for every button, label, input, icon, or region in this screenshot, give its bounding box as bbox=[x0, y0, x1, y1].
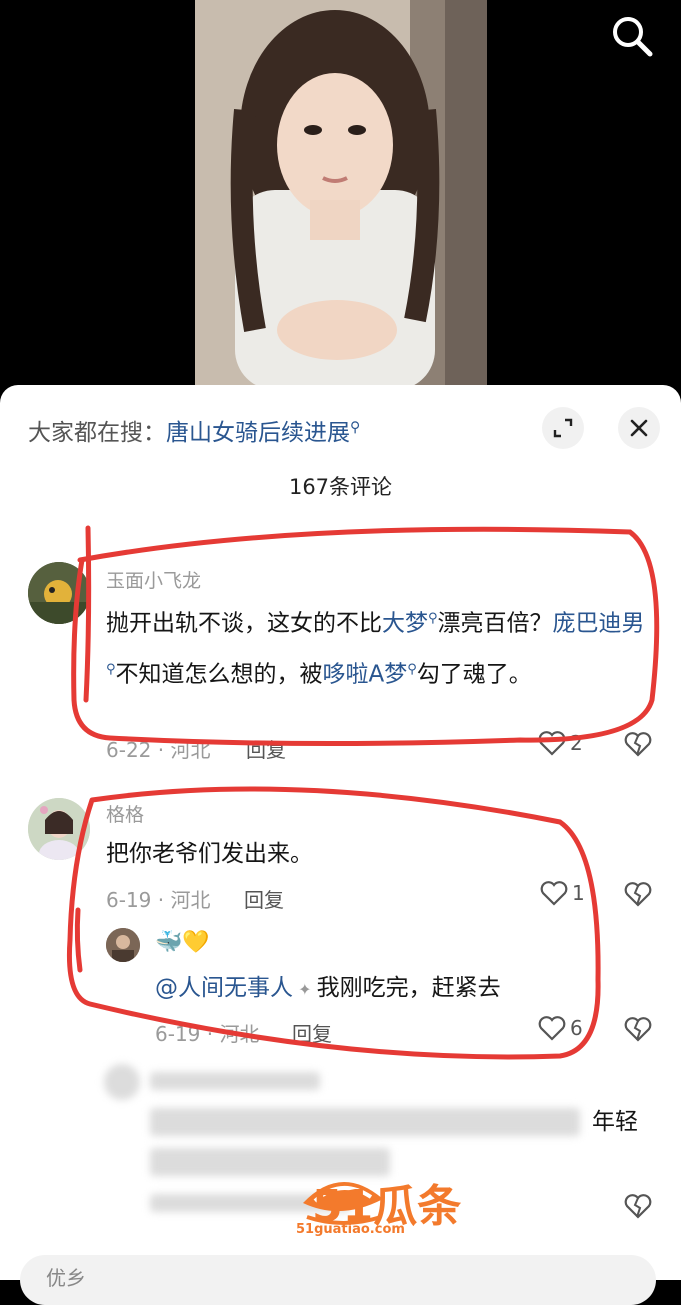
comment-sheet-header: 大家都在搜：唐山女骑后续进展⚲ bbox=[0, 385, 681, 475]
comment-date-location: 6-22 · 河北 bbox=[106, 738, 211, 762]
search-button[interactable] bbox=[606, 10, 658, 62]
blurred-username bbox=[150, 1072, 320, 1090]
video-person-image bbox=[195, 0, 487, 390]
keyword-link[interactable]: 哆啦A梦 bbox=[323, 661, 408, 687]
comment-username[interactable]: 格格 bbox=[106, 800, 144, 827]
video-frame bbox=[195, 0, 487, 390]
avatar-image bbox=[106, 928, 140, 962]
dislike-button[interactable] bbox=[624, 731, 652, 761]
reply-button[interactable]: 回复 bbox=[292, 1018, 332, 1047]
heart-icon bbox=[538, 731, 566, 756]
like-count: 1 bbox=[572, 881, 585, 905]
keyword-link[interactable]: 庞巴迪男 bbox=[553, 611, 645, 637]
comment-input-placeholder: 优乡 bbox=[46, 1266, 86, 1290]
comment-username[interactable]: 玉面小飞龙 bbox=[106, 566, 201, 593]
search-icon bbox=[613, 17, 653, 57]
broken-heart-icon bbox=[624, 1194, 652, 1219]
comment-date-location: 6-19 · 河北 bbox=[106, 888, 211, 912]
like-count: 6 bbox=[570, 1016, 583, 1040]
like-button[interactable]: 2 bbox=[538, 730, 583, 756]
avatar[interactable] bbox=[106, 928, 140, 962]
close-icon bbox=[630, 419, 648, 437]
broken-heart-icon bbox=[624, 882, 652, 907]
expand-button[interactable] bbox=[542, 407, 584, 449]
like-button[interactable]: 6 bbox=[538, 1015, 583, 1041]
comment-input[interactable] bbox=[20, 1255, 656, 1305]
avatar[interactable] bbox=[28, 798, 90, 860]
reply-username[interactable]: 🐳💛 bbox=[155, 930, 210, 955]
dislike-button[interactable] bbox=[624, 881, 652, 911]
trending-query-link[interactable]: 唐山女骑后续进展 bbox=[166, 420, 350, 446]
badge-icon: ✦ bbox=[293, 980, 317, 999]
like-button[interactable]: 1 bbox=[540, 880, 585, 906]
avatar-image bbox=[28, 562, 90, 624]
broken-heart-icon bbox=[624, 1017, 652, 1042]
comment-text: 把你老爷们发出来。 bbox=[106, 841, 313, 867]
search-mini-icon: ⚲ bbox=[350, 419, 361, 436]
reply-date-location: 6-19 · 河北 bbox=[155, 1022, 260, 1046]
heart-icon bbox=[540, 881, 568, 906]
close-button[interactable] bbox=[618, 407, 660, 449]
trending-search[interactable]: 大家都在搜：唐山女骑后续进展⚲ bbox=[28, 413, 360, 447]
broken-heart-icon bbox=[624, 732, 652, 757]
reply-text: @人间无事人 ✦ 我刚吃完，赶紧去 bbox=[155, 975, 501, 1001]
comment-count: 167条评论 bbox=[288, 475, 393, 499]
dislike-button[interactable] bbox=[624, 1193, 652, 1223]
like-count: 2 bbox=[570, 731, 583, 755]
trending-prefix: 大家都在搜： bbox=[28, 420, 166, 446]
expand-icon bbox=[553, 418, 573, 438]
blurred-line bbox=[150, 1108, 580, 1136]
reply-button[interactable]: 回复 bbox=[244, 884, 284, 913]
heart-icon bbox=[538, 1016, 566, 1041]
reply-button[interactable]: 回复 bbox=[246, 734, 286, 763]
mention-link[interactable]: @人间无事人 bbox=[155, 975, 293, 1001]
avatar-image bbox=[28, 798, 90, 860]
keyword-link[interactable]: 大梦 bbox=[382, 611, 428, 637]
video-player[interactable] bbox=[0, 0, 681, 400]
blurred-tail-text: 年轻 bbox=[592, 1109, 638, 1135]
comment-sheet: 大家都在搜：唐山女骑后续进展⚲ 167条评论 bbox=[0, 385, 681, 1280]
blurred-avatar bbox=[104, 1064, 140, 1100]
dislike-button[interactable] bbox=[624, 1016, 652, 1046]
comment-text: 抛开出轨不谈，这女的不比大梦⚲漂亮百倍？庞巴迪男⚲不知道怎么想的，被哆啦A梦⚲勾… bbox=[106, 610, 645, 688]
avatar[interactable] bbox=[28, 562, 90, 624]
watermark-url: 51guatiao.com bbox=[296, 1222, 405, 1237]
